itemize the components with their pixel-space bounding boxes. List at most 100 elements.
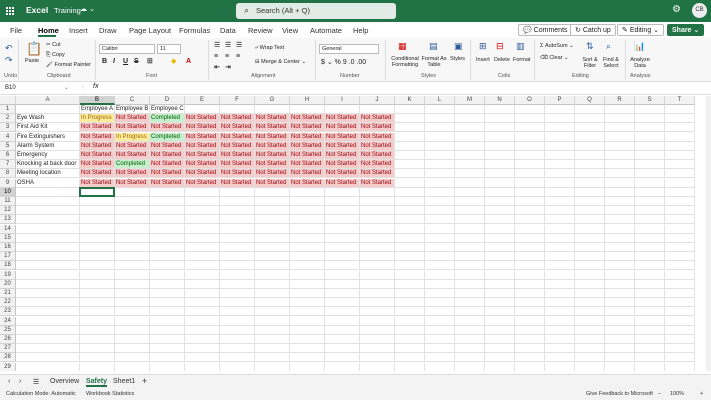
cell-f23[interactable] xyxy=(220,307,255,317)
cell-b29[interactable] xyxy=(80,362,115,371)
cell-i14[interactable] xyxy=(325,224,360,234)
cell-s1[interactable] xyxy=(635,105,665,114)
cell-s21[interactable] xyxy=(635,289,665,298)
cell-o8[interactable] xyxy=(515,169,545,179)
cell-m20[interactable] xyxy=(455,279,485,289)
cell-o16[interactable] xyxy=(515,243,545,252)
format-cells-icon[interactable]: ▥ xyxy=(516,41,525,52)
cell-o21[interactable] xyxy=(515,289,545,298)
cell-p9[interactable] xyxy=(545,178,575,188)
cell-i19[interactable] xyxy=(325,270,360,280)
cell-q22[interactable] xyxy=(575,298,605,308)
cell-f1[interactable] xyxy=(220,105,255,114)
cell-a2[interactable]: Eye Wash xyxy=(16,114,80,124)
cell-a19[interactable] xyxy=(16,270,80,280)
cell-a12[interactable] xyxy=(16,206,80,216)
cell-o11[interactable] xyxy=(515,197,545,206)
cell-b25[interactable] xyxy=(80,325,115,335)
cell-e6[interactable]: Not Started xyxy=(185,151,220,160)
editing-button[interactable]: ✎ Editing ⌄ xyxy=(617,24,665,36)
cell-f8[interactable]: Not Started xyxy=(220,169,255,179)
cell-h7[interactable]: Not Started xyxy=(290,160,325,170)
namebox-dropdown-icon[interactable]: ⌄ xyxy=(64,84,69,91)
column-header-e[interactable]: E xyxy=(185,96,220,105)
insert-cells-button[interactable]: Insert xyxy=(476,57,490,63)
cell-s9[interactable] xyxy=(635,178,665,188)
cell-j17[interactable] xyxy=(360,252,395,262)
cell-t29[interactable] xyxy=(665,362,695,371)
cell-p4[interactable] xyxy=(545,132,575,142)
cell-m28[interactable] xyxy=(455,353,485,363)
cell-m27[interactable] xyxy=(455,344,485,354)
cell-d24[interactable] xyxy=(150,316,185,326)
cell-c25[interactable] xyxy=(115,325,150,335)
cell-e26[interactable] xyxy=(185,335,220,344)
paste-icon[interactable]: 📋 xyxy=(26,41,42,57)
cell-b5[interactable]: Not Started xyxy=(80,141,115,151)
cell-m15[interactable] xyxy=(455,233,485,243)
cell-m8[interactable] xyxy=(455,169,485,179)
cell-h28[interactable] xyxy=(290,353,325,363)
cell-d3[interactable]: Not Started xyxy=(150,123,185,133)
cell-l29[interactable] xyxy=(425,362,455,371)
cell-t26[interactable] xyxy=(665,335,695,344)
column-header-m[interactable]: M xyxy=(455,96,485,105)
cell-b21[interactable] xyxy=(80,289,115,298)
cell-t24[interactable] xyxy=(665,316,695,326)
cell-m18[interactable] xyxy=(455,261,485,271)
row-header-12[interactable]: 12 xyxy=(0,206,16,216)
cell-e20[interactable] xyxy=(185,279,220,289)
cell-p22[interactable] xyxy=(545,298,575,308)
align-top-icon[interactable]: ☰ xyxy=(214,41,220,49)
cell-a18[interactable] xyxy=(16,261,80,271)
column-header-l[interactable]: L xyxy=(425,96,455,105)
cell-s29[interactable] xyxy=(635,362,665,371)
cell-j28[interactable] xyxy=(360,353,395,363)
column-header-c[interactable]: C xyxy=(115,96,150,105)
cell-s23[interactable] xyxy=(635,307,665,317)
cell-a29[interactable] xyxy=(16,362,80,371)
cell-f22[interactable] xyxy=(220,298,255,308)
cell-k6[interactable] xyxy=(395,151,425,160)
cell-m16[interactable] xyxy=(455,243,485,252)
cell-n18[interactable] xyxy=(485,261,515,271)
cell-m24[interactable] xyxy=(455,316,485,326)
cell-d27[interactable] xyxy=(150,344,185,354)
cell-k5[interactable] xyxy=(395,141,425,151)
cell-m17[interactable] xyxy=(455,252,485,262)
cell-p1[interactable] xyxy=(545,105,575,114)
cell-n2[interactable] xyxy=(485,114,515,124)
cell-s24[interactable] xyxy=(635,316,665,326)
cell-e29[interactable] xyxy=(185,362,220,371)
row-header-15[interactable]: 15 xyxy=(0,233,16,243)
cell-c6[interactable]: Not Started xyxy=(115,151,150,160)
cell-q5[interactable] xyxy=(575,141,605,151)
cell-c17[interactable] xyxy=(115,252,150,262)
cell-e7[interactable]: Not Started xyxy=(185,160,220,170)
cell-k1[interactable] xyxy=(395,105,425,114)
cell-j16[interactable] xyxy=(360,243,395,252)
cell-f20[interactable] xyxy=(220,279,255,289)
cell-f11[interactable] xyxy=(220,197,255,206)
cell-k11[interactable] xyxy=(395,197,425,206)
paste-button[interactable]: Paste xyxy=(25,58,39,64)
share-button[interactable]: Share ⌄ xyxy=(667,24,705,36)
align-left-icon[interactable]: ≡ xyxy=(214,53,218,60)
cell-k28[interactable] xyxy=(395,353,425,363)
cell-e1[interactable] xyxy=(185,105,220,114)
cell-r20[interactable] xyxy=(605,279,635,289)
cell-k21[interactable] xyxy=(395,289,425,298)
cell-d12[interactable] xyxy=(150,206,185,216)
cell-l14[interactable] xyxy=(425,224,455,234)
cell-e12[interactable] xyxy=(185,206,220,216)
cell-j13[interactable] xyxy=(360,215,395,225)
cell-k16[interactable] xyxy=(395,243,425,252)
cell-t18[interactable] xyxy=(665,261,695,271)
conditional-formatting-icon[interactable]: ▦ xyxy=(398,41,407,52)
cell-e4[interactable]: Not Started xyxy=(185,132,220,142)
cell-c3[interactable]: Not Started xyxy=(115,123,150,133)
tab-home[interactable]: Home xyxy=(38,26,59,35)
cell-a14[interactable] xyxy=(16,224,80,234)
cell-c23[interactable] xyxy=(115,307,150,317)
cell-m29[interactable] xyxy=(455,362,485,371)
